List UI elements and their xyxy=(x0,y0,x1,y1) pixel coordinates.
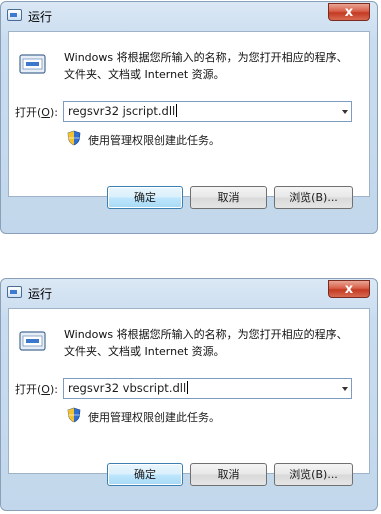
uac-shield-icon xyxy=(67,130,81,146)
close-button[interactable]: x xyxy=(328,280,370,298)
open-label: 打开(O): xyxy=(15,383,58,396)
run-app-icon xyxy=(7,9,22,21)
command-input[interactable]: regsvr32 vbscript.dll xyxy=(63,378,352,399)
dialog-description: Windows 将根据您所输入的名称，为您打开相应的程序、文件夹、文档或 Int… xyxy=(64,328,348,358)
ok-button[interactable]: 确定 xyxy=(107,186,183,209)
cancel-button[interactable]: 取消 xyxy=(190,463,267,486)
content-panel: Windows 将根据您所输入的名称，为您打开相应的程序、文件夹、文档或 Int… xyxy=(8,31,370,197)
content-panel: Windows 将根据您所输入的名称，为您打开相应的程序、文件夹、文档或 Int… xyxy=(8,308,370,474)
command-input[interactable]: regsvr32 jscript.dll xyxy=(63,101,352,122)
ok-button[interactable]: 确定 xyxy=(107,463,183,486)
close-button[interactable]: x xyxy=(328,3,370,21)
window-title: 运行 xyxy=(28,10,53,24)
cancel-button[interactable]: 取消 xyxy=(190,186,267,209)
run-dialog-2: 运行 x Windows 将根据您所输入的名称，为您打开相应的程序、文件夹、文档… xyxy=(0,278,378,511)
run-program-icon xyxy=(19,331,46,351)
chevron-down-icon[interactable] xyxy=(342,110,348,114)
run-program-icon xyxy=(19,54,46,74)
admin-note: 使用管理权限创建此任务。 xyxy=(88,411,220,424)
browse-button[interactable]: 浏览(B)... xyxy=(274,463,353,486)
run-app-icon xyxy=(7,286,22,298)
run-dialog-1: 运行 x Windows 将根据您所输入的名称，为您打开相应的程序、文件夹、文档… xyxy=(0,1,378,234)
command-input-value[interactable]: regsvr32 jscript.dll xyxy=(68,104,177,118)
uac-shield-icon xyxy=(67,407,81,423)
open-label: 打开(O): xyxy=(15,106,58,119)
command-input-value[interactable]: regsvr32 vbscript.dll xyxy=(68,381,188,395)
admin-note: 使用管理权限创建此任务。 xyxy=(88,134,220,147)
dialog-description: Windows 将根据您所输入的名称，为您打开相应的程序、文件夹、文档或 Int… xyxy=(64,51,348,81)
window-title: 运行 xyxy=(28,287,53,301)
title-bar[interactable]: 运行 x xyxy=(1,279,377,307)
title-bar[interactable]: 运行 x xyxy=(1,2,377,30)
chevron-down-icon[interactable] xyxy=(342,387,348,391)
browse-button[interactable]: 浏览(B)... xyxy=(274,186,353,209)
